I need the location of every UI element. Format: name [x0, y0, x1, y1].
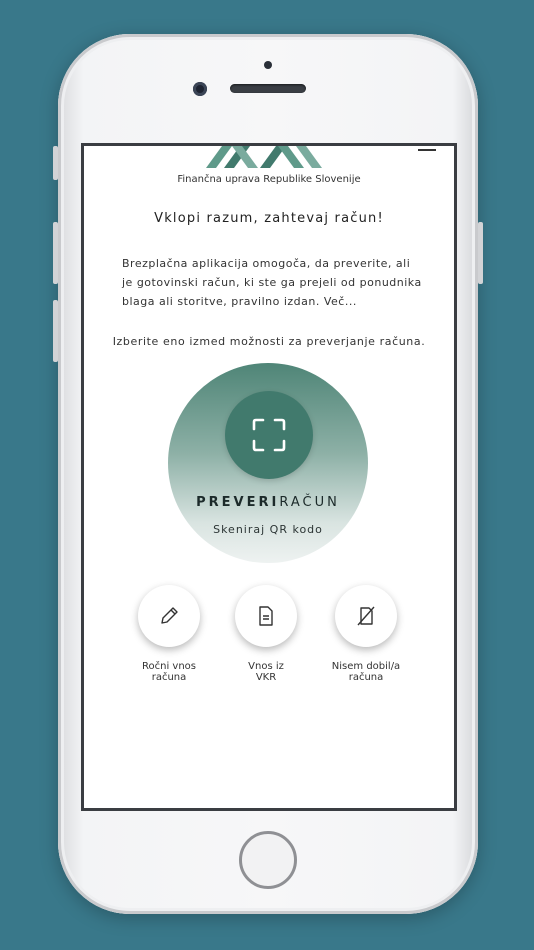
volume-down-button — [53, 300, 58, 362]
earpiece-speaker — [230, 84, 306, 93]
home-button[interactable] — [239, 831, 297, 889]
vkr-entry-label: Vnos iz VKR — [248, 661, 284, 683]
scan-qr-button[interactable] — [225, 391, 313, 479]
manual-entry-option[interactable]: Ročni vnos računa — [119, 585, 219, 683]
vkr-entry-option[interactable]: Vnos iz VKR — [216, 585, 316, 683]
no-receipt-button[interactable] — [335, 585, 397, 647]
page-headline: Vklopi razum, zahtevaj račun! — [154, 211, 384, 226]
pencil-icon — [161, 607, 178, 624]
document-icon — [259, 606, 273, 626]
check-receipt-panel: PREVERIRAČUN Skeniraj QR kodo — [168, 363, 368, 563]
manual-entry-label: Ročni vnos računa — [142, 661, 196, 683]
check-title-rest: RAČUN — [279, 495, 340, 510]
mute-switch — [53, 146, 58, 180]
power-button — [478, 222, 483, 284]
manual-entry-button[interactable] — [138, 585, 200, 647]
menu-icon[interactable] — [418, 149, 436, 151]
fu-logo-icon — [206, 146, 322, 168]
qr-scan-icon — [252, 418, 286, 452]
check-title-bold: PREVERI — [196, 495, 280, 510]
scan-qr-subtitle: Skeniraj QR kodo — [213, 523, 323, 536]
app-description[interactable]: Brezplačna aplikacija omogoča, da prever… — [122, 254, 422, 311]
no-receipt-option[interactable]: Nisem dobil/a računa — [316, 585, 416, 683]
app-screen: Finančna uprava Republike Slovenije Vklo… — [81, 143, 457, 811]
vkr-entry-button[interactable] — [235, 585, 297, 647]
check-receipt-title: PREVERIRAČUN — [168, 495, 368, 510]
proximity-sensor — [264, 61, 272, 69]
org-name: Finančna uprava Republike Slovenije — [177, 174, 361, 185]
volume-up-button — [53, 222, 58, 284]
no-receipt-label: Nisem dobil/a računa — [331, 661, 401, 683]
front-camera — [193, 82, 207, 96]
choose-instruction: Izberite eno izmed možnosti za preverjan… — [112, 335, 426, 348]
no-receipt-icon — [357, 606, 375, 626]
